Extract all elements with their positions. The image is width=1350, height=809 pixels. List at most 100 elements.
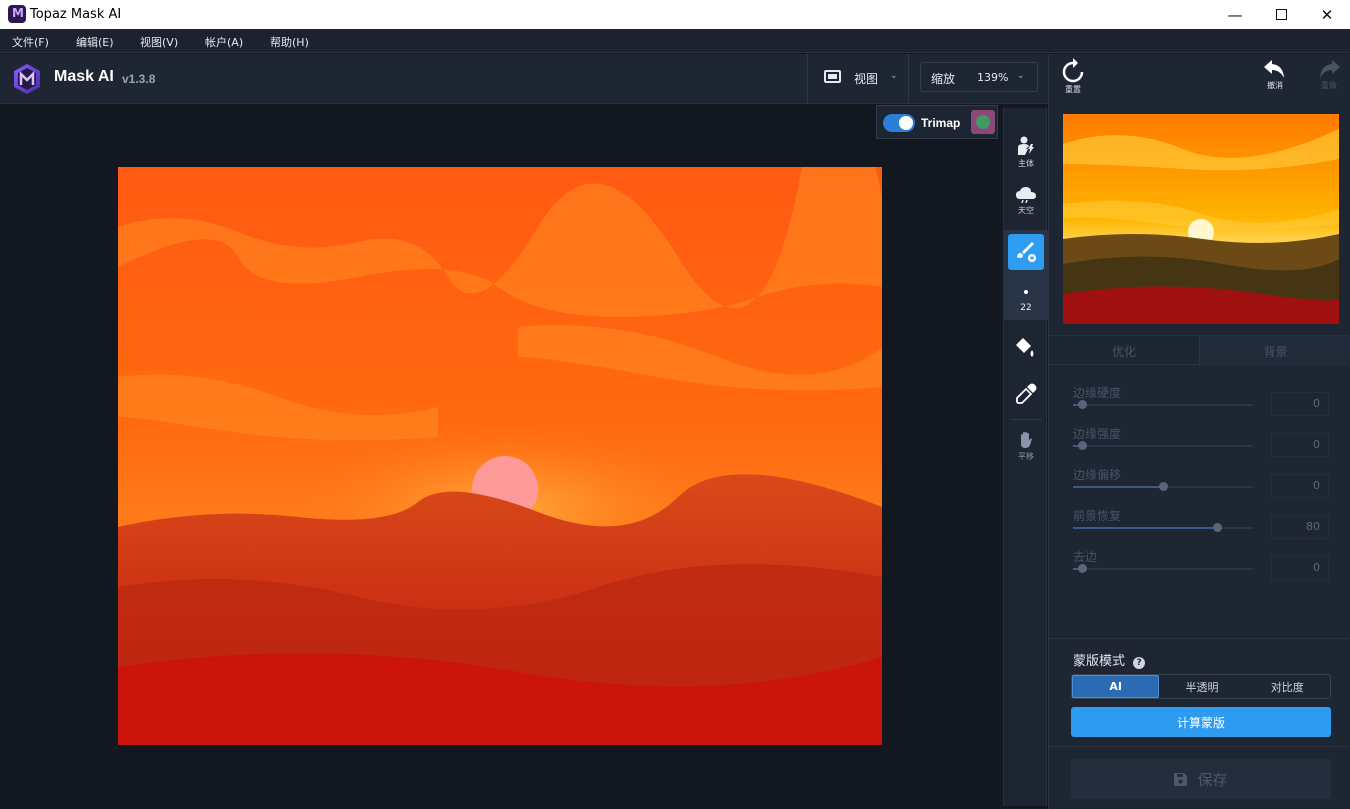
mask-mode-selector: AI 半透明 对比度 bbox=[1071, 674, 1331, 699]
undo-button[interactable]: 撤消 bbox=[1255, 58, 1295, 100]
save-button[interactable]: 保存 bbox=[1071, 759, 1331, 799]
sunset-image[interactable] bbox=[118, 167, 882, 745]
save-label: 保存 bbox=[1197, 770, 1228, 789]
menu-bar: 文件(F) 编辑(E) 视图(V) 帐户(A) 帮助(H) bbox=[0, 29, 1350, 53]
reset-icon bbox=[1062, 58, 1084, 83]
eyedropper-tool[interactable] bbox=[1004, 372, 1048, 416]
slider-label: 去边 bbox=[1073, 550, 1098, 564]
slider-value[interactable]: 0 bbox=[1271, 474, 1329, 498]
slider-label: 边缘硬度 bbox=[1073, 386, 1122, 400]
redo-icon bbox=[1320, 60, 1340, 78]
slider-fill bbox=[1073, 527, 1217, 529]
slider-row: 边缘强度 0 bbox=[1049, 425, 1350, 466]
preview-thumbnail bbox=[1063, 114, 1339, 324]
slider-label: 前景恢复 bbox=[1073, 509, 1122, 523]
slider-value[interactable]: 80 bbox=[1271, 515, 1329, 539]
tool-divider bbox=[1010, 419, 1042, 420]
slider-row: 前景恢复 80 bbox=[1049, 507, 1350, 548]
slider-knob[interactable] bbox=[1213, 523, 1222, 532]
slider-track[interactable] bbox=[1073, 404, 1253, 406]
brush-size-dot bbox=[1024, 290, 1028, 294]
trimap-label: Trimap bbox=[921, 116, 961, 130]
mask-mode-label: 蒙版模式 ? bbox=[1073, 650, 1146, 669]
help-icon[interactable]: ? bbox=[1133, 657, 1146, 669]
window-title: Topaz Mask AI bbox=[30, 7, 122, 22]
trimap-panel: Trimap bbox=[876, 105, 998, 139]
mask-mode-translucent[interactable]: 半透明 bbox=[1159, 675, 1244, 698]
app-name: Mask AI bbox=[54, 68, 114, 85]
pan-tool[interactable]: 平移 bbox=[1004, 424, 1048, 468]
window-titlebar: M Topaz Mask AI — ✕ bbox=[0, 0, 1350, 29]
slider-value[interactable]: 0 bbox=[1271, 392, 1329, 416]
subject-tool[interactable]: 主体 bbox=[1004, 130, 1048, 174]
compute-mask-button[interactable]: 计算蒙版 bbox=[1071, 707, 1331, 737]
paint-bucket-icon bbox=[1016, 338, 1034, 357]
sky-tool[interactable]: 天空 bbox=[1004, 178, 1048, 222]
undo-icon bbox=[1264, 60, 1284, 78]
brush-gear-icon bbox=[1017, 242, 1036, 262]
close-button[interactable]: ✕ bbox=[1304, 0, 1350, 29]
pan-tool-label: 平移 bbox=[1018, 451, 1034, 461]
slider-row: 去边 0 bbox=[1049, 548, 1350, 589]
hand-icon bbox=[1021, 431, 1032, 448]
refine-brush-tool[interactable] bbox=[1008, 234, 1044, 270]
view-dropdown[interactable]: 视图 ⌄ bbox=[808, 54, 908, 100]
chevron-down-icon: ⌄ bbox=[890, 71, 898, 81]
view-label: 视图 bbox=[854, 72, 879, 86]
slider-row: 边缘硬度 0 bbox=[1049, 384, 1350, 425]
slider-track[interactable] bbox=[1073, 568, 1253, 570]
zoom-label: 缩放 bbox=[931, 72, 956, 86]
undo-label: 撤消 bbox=[1267, 81, 1283, 90]
slider-row: 边缘偏移 0 bbox=[1049, 466, 1350, 507]
refine-tabs: 优化 背景 bbox=[1049, 335, 1350, 366]
zoom-dropdown[interactable]: 缩放 139% ⌄ bbox=[920, 62, 1038, 92]
slider-knob[interactable] bbox=[1078, 564, 1087, 573]
fill-tool[interactable] bbox=[1004, 326, 1048, 370]
slider-value[interactable]: 0 bbox=[1271, 433, 1329, 457]
sky-tool-label: 天空 bbox=[1018, 205, 1034, 215]
cloud-icon bbox=[1016, 186, 1036, 203]
chevron-down-icon: ⌄ bbox=[1017, 71, 1025, 81]
menu-edit[interactable]: 编辑(E) bbox=[76, 34, 114, 50]
section-divider bbox=[1049, 746, 1350, 747]
mask-mode-contrast[interactable]: 对比度 bbox=[1245, 675, 1330, 698]
redo-button[interactable]: 重做 bbox=[1309, 58, 1349, 100]
zoom-value: 139% bbox=[977, 71, 1009, 84]
subject-tool-label: 主体 bbox=[1018, 158, 1034, 168]
reset-label: 重置 bbox=[1065, 85, 1081, 94]
menu-file[interactable]: 文件(F) bbox=[12, 34, 49, 50]
menu-view[interactable]: 视图(V) bbox=[140, 34, 178, 50]
reset-button[interactable]: 重置 bbox=[1053, 58, 1093, 100]
slider-knob[interactable] bbox=[1159, 482, 1168, 491]
slider-value[interactable]: 0 bbox=[1271, 556, 1329, 580]
mask-color-swatch[interactable] bbox=[971, 110, 995, 134]
slider-track[interactable] bbox=[1073, 445, 1253, 447]
app-version: v1.3.8 bbox=[122, 72, 156, 86]
tab-optimize[interactable]: 优化 bbox=[1049, 336, 1200, 366]
trimap-toggle[interactable] bbox=[883, 114, 915, 132]
slider-label: 边缘强度 bbox=[1073, 427, 1122, 441]
tab-background[interactable]: 背景 bbox=[1200, 336, 1350, 366]
redo-label: 重做 bbox=[1321, 81, 1337, 90]
header-divider bbox=[908, 54, 909, 104]
eyedropper-icon bbox=[1016, 383, 1037, 404]
view-icon bbox=[824, 70, 841, 83]
brush-size-value[interactable]: 22 bbox=[1004, 303, 1048, 313]
app-icon: M bbox=[8, 5, 26, 23]
maximize-button[interactable] bbox=[1258, 0, 1304, 29]
menu-help[interactable]: 帮助(H) bbox=[270, 34, 309, 50]
tool-strip: 主体 天空 22 平移 bbox=[1003, 108, 1048, 806]
mask-mode-ai[interactable]: AI bbox=[1072, 675, 1160, 698]
menu-account[interactable]: 帐户(A) bbox=[205, 34, 243, 50]
mask-mode-title: 蒙版模式 bbox=[1073, 654, 1126, 669]
slider-fill bbox=[1073, 486, 1163, 488]
minimize-button[interactable]: — bbox=[1212, 0, 1258, 29]
slider-knob[interactable] bbox=[1078, 400, 1087, 409]
slider-knob[interactable] bbox=[1078, 441, 1087, 450]
slider-label: 边缘偏移 bbox=[1073, 468, 1122, 482]
section-divider bbox=[1049, 638, 1350, 639]
person-lightning-icon bbox=[1018, 136, 1034, 155]
right-panel: 重置 撤消 重做 优化 背景 蒙版模式 ? AI 半透明 对比度 计算蒙版 保存… bbox=[1048, 54, 1350, 809]
mask-ai-logo bbox=[14, 64, 40, 94]
save-icon bbox=[1174, 772, 1188, 786]
